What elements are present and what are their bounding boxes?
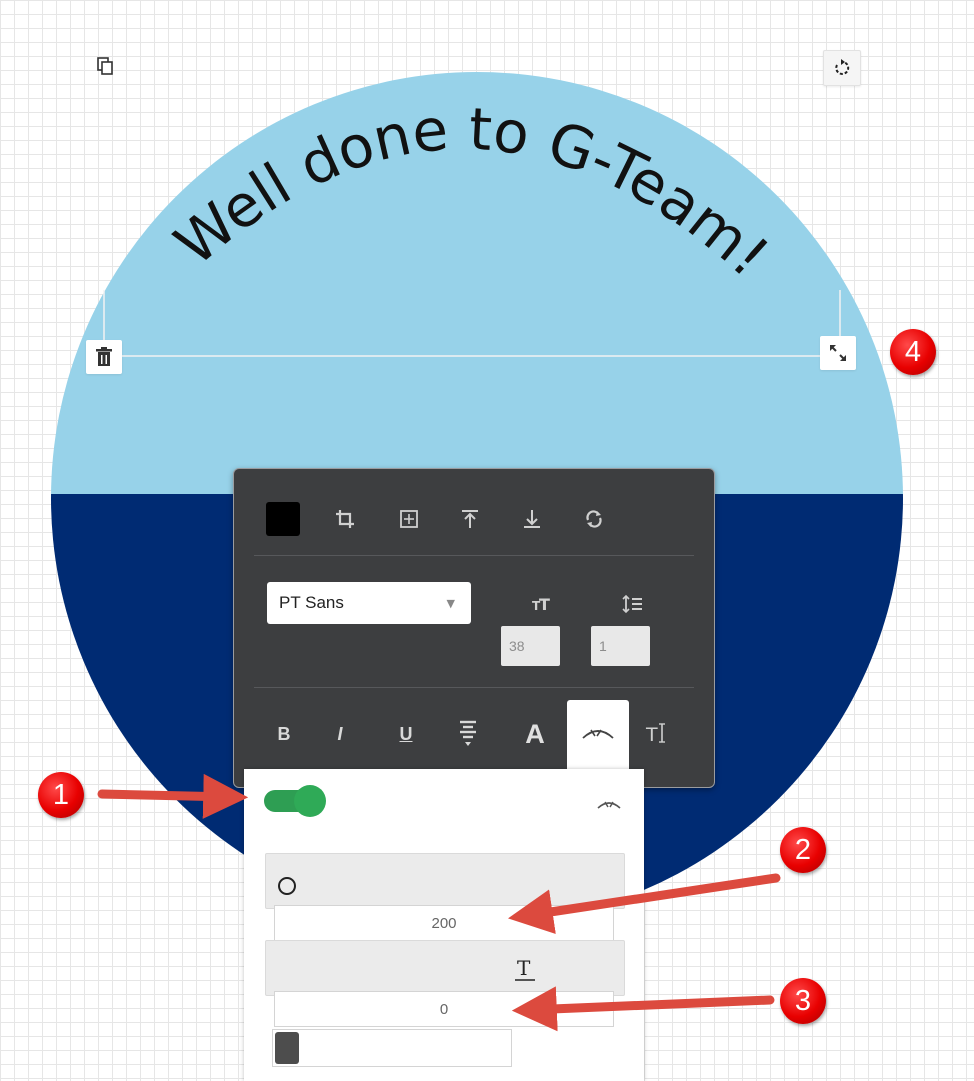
curve-toggle[interactable] [264, 785, 328, 817]
svg-text:T: T [517, 956, 531, 980]
stroke-color-field[interactable] [272, 1029, 512, 1067]
resize-icon[interactable] [820, 336, 856, 370]
svg-text:T: T [539, 595, 550, 614]
svg-text:T: T [645, 724, 658, 745]
bold-button[interactable]: B [266, 716, 302, 752]
flip-icon[interactable] [579, 504, 609, 534]
curve-icon [594, 789, 624, 819]
underline-button[interactable]: U [388, 716, 424, 752]
text-toolbar: PT Sans ▼ TT 38 1 B I U A T [233, 468, 715, 788]
spacing-row [265, 940, 625, 996]
letter-spacing-icon: T [510, 954, 540, 984]
trash-icon[interactable] [86, 340, 122, 374]
letter-spacing-input[interactable]: 0 [274, 991, 614, 1027]
annotation-badge-4: 4 [890, 329, 936, 375]
curve-radius-input[interactable]: 200 [274, 905, 614, 941]
center-icon[interactable] [394, 504, 424, 534]
rotate-icon[interactable] [823, 50, 861, 86]
text-color-swatch[interactable] [266, 502, 300, 536]
stroke-color-chip[interactable] [275, 1032, 299, 1064]
design-canvas[interactable]: Well done to G-Team! PT Sans ▼ T T 38 1 … [0, 0, 974, 1081]
font-size-icon: TT [526, 589, 556, 619]
text-align-icon[interactable] [450, 716, 486, 752]
line-height-icon [618, 589, 648, 619]
italic-button[interactable]: I [322, 716, 358, 752]
annotation-badge-3: 3 [780, 978, 826, 1024]
align-bottom-icon[interactable] [517, 504, 547, 534]
font-family-select[interactable]: PT Sans ▼ [267, 582, 471, 624]
chevron-down-icon: ▼ [446, 597, 455, 610]
curve-text-panel: 200 T 0 [244, 769, 644, 1081]
align-top-icon[interactable] [455, 504, 485, 534]
font-family-value: PT Sans [279, 593, 344, 612]
annotation-badge-2: 2 [780, 827, 826, 873]
line-height-input[interactable]: 1 [591, 626, 650, 666]
circle-icon [272, 871, 302, 901]
outline-button[interactable]: A [517, 716, 553, 752]
radius-row [265, 853, 625, 909]
crop-icon[interactable] [330, 504, 360, 534]
duplicate-icon[interactable] [88, 49, 124, 83]
text-cursor-icon[interactable]: T [643, 718, 673, 748]
annotation-badge-1: 1 [38, 772, 84, 818]
font-size-input[interactable]: 38 [501, 626, 560, 666]
